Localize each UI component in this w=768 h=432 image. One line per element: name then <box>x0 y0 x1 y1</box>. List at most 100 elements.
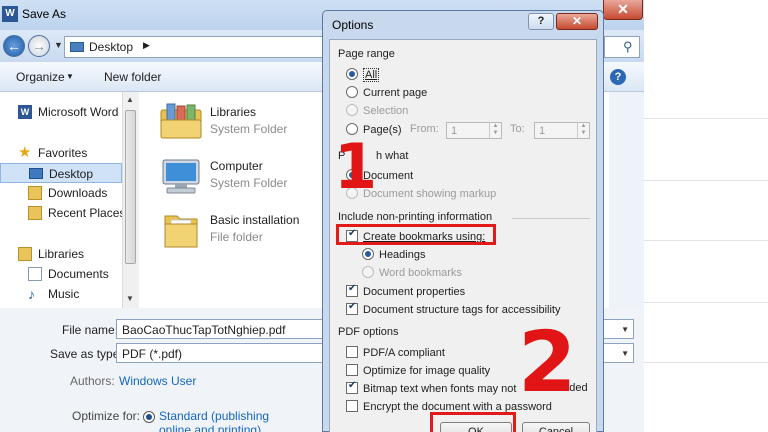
nav-item-desktop[interactable]: Desktop <box>0 163 122 183</box>
radio-current-page-label: Current page <box>363 87 428 99</box>
pdf-options-heading: PDF options <box>338 326 399 338</box>
nav-item-label: Recent Places <box>48 206 126 220</box>
options-help-button[interactable]: ? <box>528 13 554 30</box>
page-range-selection-option[interactable]: Selection <box>346 104 408 117</box>
options-close-button[interactable]: ✕ <box>556 13 598 30</box>
scrollbar-thumb[interactable] <box>125 110 136 264</box>
navigation-scrollbar[interactable]: ▲ ▼ <box>122 92 138 308</box>
word-icon: W <box>18 105 32 119</box>
doc-properties-option[interactable]: Document properties <box>346 283 466 298</box>
bitmap-text-option[interactable]: Bitmap text when fonts may not <box>346 380 517 395</box>
divider <box>644 240 768 241</box>
bitmap-text-checkbox[interactable] <box>346 380 358 394</box>
radio-document-markup-label: Document showing markup <box>363 188 497 200</box>
back-button[interactable]: ← <box>3 35 25 57</box>
encrypt-checkbox[interactable] <box>346 400 358 412</box>
address-location[interactable]: Desktop <box>89 40 133 54</box>
file-name: Computer <box>210 159 263 173</box>
file-name-label: File name: <box>62 323 119 337</box>
nav-item-recent-places[interactable]: Recent Places <box>0 203 126 223</box>
computer-icon <box>162 159 200 194</box>
bitmap-text-label: Bitmap text when fonts may not <box>363 383 517 395</box>
options-title: Options <box>332 18 374 32</box>
navigation-pane: W Microsoft Word ★ Favorites Desktop Dow… <box>0 92 138 308</box>
page-range-all-option[interactable]: All <box>346 68 380 82</box>
nav-item-label: Microsoft Word <box>38 105 119 119</box>
save-as-title: Save As <box>22 7 67 21</box>
authors-value[interactable]: Windows User <box>119 374 196 388</box>
optimize-image-checkbox[interactable] <box>346 364 358 376</box>
optimize-standard-radio[interactable] <box>143 411 155 423</box>
nav-item-label: Favorites <box>38 146 88 160</box>
to-value[interactable]: 1 <box>539 125 545 137</box>
address-chevron-right-icon[interactable]: ▶ <box>143 40 150 51</box>
forward-button[interactable]: → <box>28 35 50 57</box>
structure-tags-checkbox[interactable] <box>346 301 358 315</box>
chevron-down-icon[interactable]: ▼ <box>621 325 629 334</box>
organize-chevron-down-icon[interactable]: ▼ <box>66 72 74 81</box>
page-range-current-option[interactable]: Current page <box>346 86 427 99</box>
nav-item-libraries[interactable]: Libraries <box>0 244 122 264</box>
optimize-image-option[interactable]: Optimize for image quality <box>346 364 490 377</box>
nav-item-favorites[interactable]: ★ Favorites <box>0 143 122 163</box>
from-value[interactable]: 1 <box>451 125 457 137</box>
scroll-down-icon[interactable]: ▼ <box>126 294 134 303</box>
page-range-heading: Page range <box>338 48 395 60</box>
from-stepper[interactable]: 1 ▲ ▼ <box>446 122 502 139</box>
bookmarks-word-option[interactable]: Word bookmarks <box>362 266 462 279</box>
address-field[interactable]: Desktop ▶ <box>64 36 328 58</box>
step-1-label: 1 <box>334 130 378 203</box>
scroll-up-icon[interactable]: ▲ <box>126 95 134 104</box>
file-type: System Folder <box>210 176 288 190</box>
nav-item-documents[interactable]: Documents <box>0 264 122 284</box>
file-name: Libraries <box>210 105 257 119</box>
options-titlebar: Options ? ✕ <box>323 11 603 35</box>
radio-headings[interactable] <box>362 248 374 260</box>
cancel-button[interactable]: Cancel <box>522 422 590 432</box>
pdfa-checkbox[interactable] <box>346 346 358 358</box>
history-chevron-down-icon[interactable]: ▼ <box>54 40 63 50</box>
divider <box>644 118 768 119</box>
divider <box>644 362 768 363</box>
libraries-icon <box>18 247 32 261</box>
radio-current-page[interactable] <box>346 86 358 98</box>
radio-headings-label: Headings <box>379 249 426 261</box>
search-icon[interactable]: ⚲ <box>623 39 633 55</box>
nav-item-downloads[interactable]: Downloads <box>0 183 122 203</box>
search-input[interactable]: ⚲ <box>604 36 640 58</box>
highlight-ok-button <box>430 412 516 432</box>
stepper-arrows-icon[interactable]: ▲ ▼ <box>489 123 501 138</box>
music-icon: ♪ <box>28 286 35 302</box>
file-type: File folder <box>210 230 263 244</box>
radio-word-bookmarks[interactable] <box>362 266 374 278</box>
from-label: From: <box>410 123 439 135</box>
new-folder-button[interactable]: New folder <box>104 70 161 84</box>
to-stepper[interactable]: 1 ▲ ▼ <box>534 122 590 139</box>
pdfa-option[interactable]: PDF/A compliant <box>346 346 445 359</box>
bookmarks-headings-option[interactable]: Headings <box>362 248 425 261</box>
help-icon[interactable]: ? <box>610 69 626 85</box>
save-as-type-value[interactable]: PDF (*.pdf) <box>122 347 182 361</box>
file-name: Basic installation <box>210 213 300 227</box>
chevron-down-icon[interactable]: ▼ <box>621 349 629 358</box>
radio-all[interactable] <box>346 68 358 80</box>
nav-item-microsoft-word[interactable]: W Microsoft Word <box>0 102 122 122</box>
doc-properties-checkbox[interactable] <box>346 283 358 297</box>
optimize-standard-label[interactable]: Standard (publishing online and printing… <box>159 409 289 432</box>
organize-button[interactable]: Organize <box>16 70 65 84</box>
word-app-icon: W <box>2 6 18 22</box>
step-2-label: 2 <box>518 313 577 411</box>
doc-properties-label: Document properties <box>363 286 466 298</box>
highlight-create-bookmarks <box>336 224 496 245</box>
file-type: System Folder <box>210 122 288 136</box>
file-name-value[interactable]: BaoCaoThucTapTotNghiep.pdf <box>122 323 285 337</box>
nav-item-label: Music <box>48 287 80 301</box>
save-as-type-label: Save as type: <box>50 347 123 361</box>
authors-label: Authors: <box>70 374 115 388</box>
nav-item-music[interactable]: ♪ Music <box>0 284 122 304</box>
save-as-close-button[interactable]: ✕ <box>603 0 643 20</box>
optimize-for-label: Optimize for: <box>72 409 141 423</box>
stepper-arrows-icon[interactable]: ▲ ▼ <box>577 123 589 138</box>
radio-selection[interactable] <box>346 104 358 116</box>
nav-item-label: Documents <box>48 267 109 281</box>
